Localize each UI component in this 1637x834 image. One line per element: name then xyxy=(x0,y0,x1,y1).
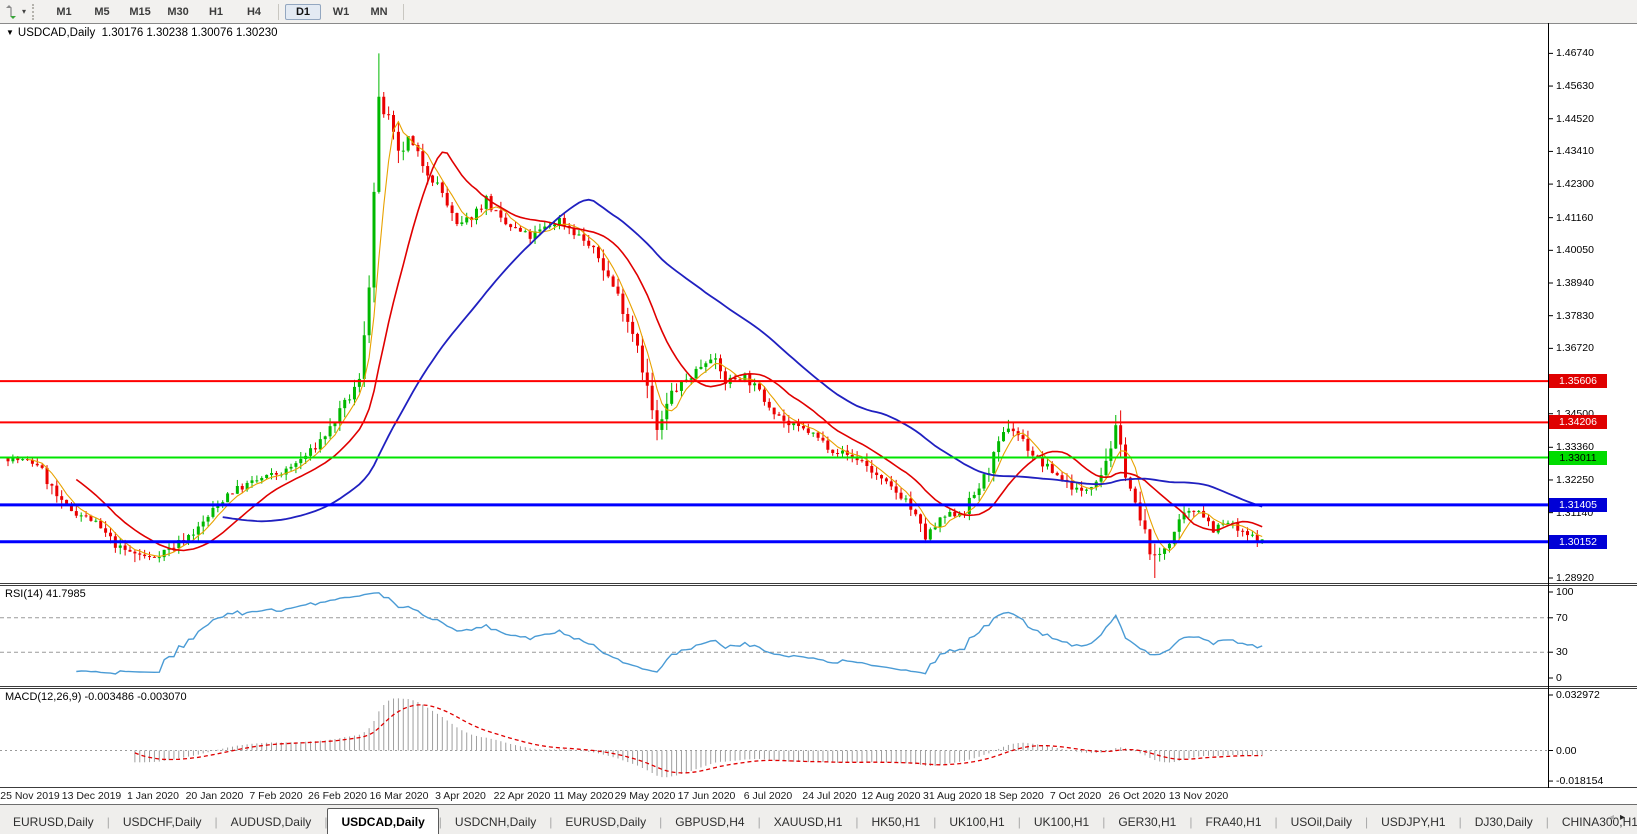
date-axis-label: 6 Jul 2020 xyxy=(743,790,793,802)
tab-eurusd-daily[interactable]: EURUSD,Daily xyxy=(0,810,107,834)
date-axis-label: 7 Oct 2020 xyxy=(1049,790,1102,802)
trading-terminal-window: ▾ M1 M5 M15 M30 H1 H4 D1 W1 MN ▼ USDCAD,Daily 1.3… xyxy=(0,0,1637,834)
chart-tab-bar: EURUSD,Daily | USDCHF,Daily | AUDUSD,Daily | U… xyxy=(0,804,1637,834)
tab-ger30-h1[interactable]: GER30,H1 xyxy=(1105,810,1189,834)
tab-gbpusd-h4[interactable]: GBPUSD,H4 xyxy=(662,810,757,834)
date-axis-label: 16 Mar 2020 xyxy=(369,790,429,802)
chart-canvas[interactable] xyxy=(0,23,1637,788)
date-axis-label: 24 Jul 2020 xyxy=(802,790,857,802)
tab-usdchf-daily[interactable]: USDCHF,Daily xyxy=(110,810,215,834)
date-axis-label: 31 Aug 2020 xyxy=(923,790,982,802)
macd-histogram xyxy=(134,698,1263,778)
date-axis-label: 7 Feb 2020 xyxy=(249,790,303,802)
timeframe-button-mn[interactable]: MN xyxy=(361,4,397,20)
date-axis-label: 25 Nov 2019 xyxy=(0,790,60,802)
date-axis-label: 22 Apr 2020 xyxy=(493,790,551,802)
timeframe-toolbar: ▾ M1 M5 M15 M30 H1 H4 D1 W1 MN xyxy=(0,0,1637,24)
timeframe-button-m30[interactable]: M30 xyxy=(160,4,196,20)
toolbar-separator xyxy=(403,3,405,20)
tab-uk100-h1[interactable]: UK100,H1 xyxy=(1021,810,1102,834)
tab-scroll-right-icon[interactable]: ▸ xyxy=(1620,812,1631,823)
tab-fra40-h1[interactable]: FRA40,H1 xyxy=(1192,810,1274,834)
timeframe-button-m5[interactable]: M5 xyxy=(84,4,120,20)
tab-eurusd-daily[interactable]: EURUSD,Daily xyxy=(552,810,659,834)
date-axis-label: 26 Oct 2020 xyxy=(1108,790,1166,802)
chart-svg[interactable] xyxy=(0,23,1637,788)
tab-xauusd-h1[interactable]: XAUUSD,H1 xyxy=(761,810,856,834)
timeframe-button-h1[interactable]: H1 xyxy=(198,4,234,20)
date-axis-label: 20 Jan 2020 xyxy=(185,790,244,802)
tab-scroll-arrows: ◂▸ xyxy=(1609,812,1631,823)
date-axis-label: 18 Sep 2020 xyxy=(984,790,1044,802)
cursor-tool-caret-icon[interactable]: ▾ xyxy=(22,7,26,16)
timeframe-button-m15[interactable]: M15 xyxy=(122,4,158,20)
tab-usdcnh-daily[interactable]: USDCNH,Daily xyxy=(442,810,549,834)
date-axis-label: 26 Feb 2020 xyxy=(308,790,367,802)
tab-usdcad-daily[interactable]: USDCAD,Daily xyxy=(327,808,439,834)
date-axis-label: 12 Aug 2020 xyxy=(861,790,921,802)
date-axis-label: 1 Jan 2020 xyxy=(127,790,179,802)
tab-usoil-daily[interactable]: USOil,Daily xyxy=(1278,810,1365,834)
timeframe-button-d1[interactable]: D1 xyxy=(285,3,322,20)
timeframe-group: M1 M5 M15 M30 H1 H4 D1 W1 MN xyxy=(45,3,409,20)
tab-uk100-h1[interactable]: UK100,H1 xyxy=(936,810,1017,834)
tab-dj30-daily[interactable]: DJ30,Daily xyxy=(1462,810,1546,834)
tab-scroll-left-icon[interactable]: ◂ xyxy=(1609,812,1620,823)
timeframe-button-h4[interactable]: H4 xyxy=(236,4,272,20)
tab-hk50-h1[interactable]: HK50,H1 xyxy=(859,810,934,834)
date-axis-label: 3 Apr 2020 xyxy=(435,790,486,802)
toolbar-separator xyxy=(278,3,280,20)
date-axis-label: 13 Dec 2019 xyxy=(61,790,122,802)
date-axis-label: 17 Jun 2020 xyxy=(677,790,736,802)
toolbar-grip[interactable] xyxy=(32,3,41,20)
timeframe-button-m1[interactable]: M1 xyxy=(46,4,82,20)
timeframe-button-w1[interactable]: W1 xyxy=(323,4,359,20)
cursor-tool-icon[interactable] xyxy=(0,3,22,21)
date-axis-label: 29 May 2020 xyxy=(614,790,676,802)
tab-usdjpy-h1[interactable]: USDJPY,H1 xyxy=(1368,810,1458,834)
tab-audusd-daily[interactable]: AUDUSD,Daily xyxy=(218,810,325,834)
date-axis-label: 13 Nov 2020 xyxy=(1168,790,1229,802)
date-axis-label: 11 May 2020 xyxy=(553,790,614,802)
rsi-line xyxy=(76,592,1263,675)
